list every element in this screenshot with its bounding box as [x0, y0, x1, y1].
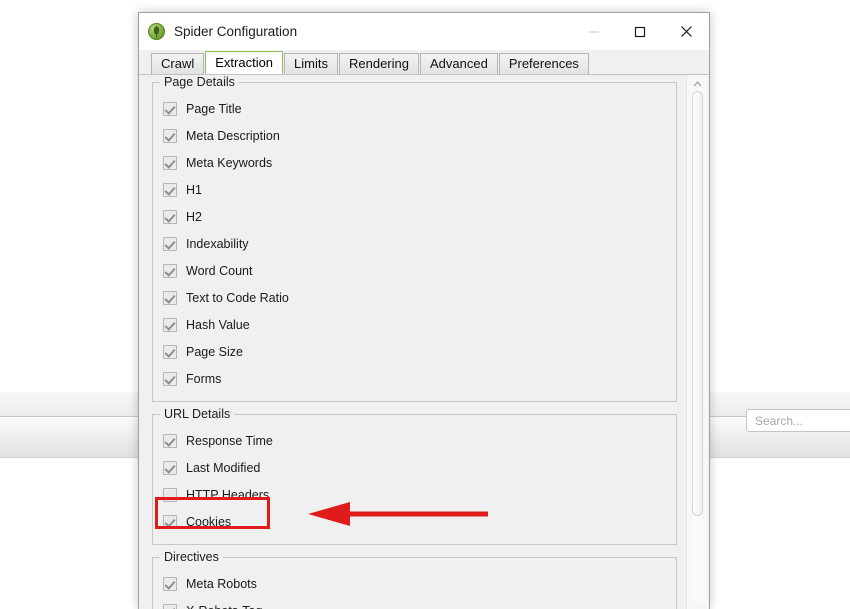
checkbox-h2[interactable] — [163, 209, 177, 224]
group-title: Page Details — [160, 75, 239, 89]
dialog-body: Page Details Page Title Meta Description Me… — [139, 74, 709, 609]
window-controls — [571, 13, 709, 50]
checkbox-word-count[interactable] — [163, 263, 177, 278]
close-icon — [680, 26, 692, 37]
checkbox-row[interactable]: Hash Value — [163, 311, 676, 338]
group-url-details: URL Details Response Time Last Modified HTT… — [152, 407, 677, 545]
checkbox-response-time[interactable] — [163, 433, 177, 448]
tab-limits[interactable]: Limits — [284, 53, 338, 74]
checkbox-label: Response Time — [186, 433, 273, 448]
checkbox-label: X-Robots-Tag — [186, 604, 262, 609]
tab-rendering[interactable]: Rendering — [339, 53, 419, 74]
checkbox-page-title[interactable] — [163, 101, 177, 116]
tab-label: Preferences — [508, 56, 579, 71]
checkbox-row[interactable]: Page Size — [163, 338, 676, 365]
scrollbar-track[interactable] — [692, 91, 703, 603]
tab-bar: Crawl Extraction Limits Rendering Advanced Pr… — [139, 50, 709, 74]
tab-label: Crawl — [161, 56, 195, 71]
checkbox-row[interactable]: Cookies — [163, 508, 676, 535]
checkbox-http-headers[interactable] — [163, 487, 177, 502]
chevron-up-icon — [693, 80, 702, 86]
checkbox-meta-keywords[interactable] — [163, 155, 177, 170]
checkbox-row[interactable]: Meta Keywords — [163, 149, 676, 176]
checkbox-label: H2 — [186, 209, 202, 224]
checkbox-label: HTTP Headers — [186, 487, 270, 502]
settings-panel: Page Details Page Title Meta Description Me… — [139, 75, 687, 609]
search-input[interactable] — [746, 409, 850, 432]
checkbox-row[interactable]: Forms — [163, 365, 676, 392]
checkbox-row[interactable]: HTTP Headers — [163, 481, 676, 508]
checkbox-cookies[interactable] — [163, 514, 177, 529]
checkbox-label: Forms — [186, 371, 222, 386]
dialog-titlebar[interactable]: Spider Configuration — [139, 13, 709, 50]
group-directives: Directives Meta Robots X-Robots-Tag — [152, 550, 677, 609]
checkbox-label: Meta Description — [186, 128, 280, 143]
scroll-up-button[interactable] — [687, 77, 708, 90]
minimize-button[interactable] — [571, 13, 617, 50]
checkbox-row[interactable]: Word Count — [163, 257, 676, 284]
checkbox-label: Hash Value — [186, 317, 250, 332]
tab-crawl[interactable]: Crawl — [151, 53, 205, 74]
checkbox-label: Indexability — [186, 236, 249, 251]
tab-extraction[interactable]: Extraction — [205, 51, 284, 74]
spider-configuration-dialog: Spider Configuration Crawl Extraction Limi — [138, 12, 710, 609]
maximize-button[interactable] — [617, 13, 663, 50]
checkbox-page-size[interactable] — [163, 344, 177, 359]
checkbox-hash-value[interactable] — [163, 317, 177, 332]
tab-label: Advanced — [430, 56, 488, 71]
checkbox-x-robots-tag[interactable] — [163, 603, 177, 609]
group-title: Directives — [160, 550, 223, 564]
checkbox-h1[interactable] — [163, 182, 177, 197]
checkbox-label: Last Modified — [186, 460, 261, 475]
dialog-title: Spider Configuration — [174, 24, 298, 39]
checkbox-row[interactable]: Response Time — [163, 427, 676, 454]
checkbox-row[interactable]: H1 — [163, 176, 676, 203]
checkbox-row[interactable]: H2 — [163, 203, 676, 230]
tab-advanced[interactable]: Advanced — [420, 53, 498, 74]
checkbox-last-modified[interactable] — [163, 460, 177, 475]
maximize-icon — [634, 26, 646, 37]
checkbox-label: Page Size — [186, 344, 243, 359]
checkbox-row[interactable]: Page Title — [163, 95, 676, 122]
close-button[interactable] — [663, 13, 709, 50]
checkbox-row[interactable]: Meta Robots — [163, 570, 676, 597]
checkbox-meta-description[interactable] — [163, 128, 177, 143]
checkbox-label: Word Count — [186, 263, 253, 278]
checkbox-label: Page Title — [186, 101, 242, 116]
vertical-scrollbar[interactable] — [686, 75, 708, 609]
checkbox-label: Meta Keywords — [186, 155, 273, 170]
tab-label: Limits — [294, 56, 328, 71]
checkbox-row[interactable]: Text to Code Ratio — [163, 284, 676, 311]
group-title: URL Details — [160, 407, 235, 421]
checkbox-row[interactable]: Indexability — [163, 230, 676, 257]
scrollbar-thumb[interactable] — [692, 91, 703, 516]
checkbox-row[interactable]: X-Robots-Tag — [163, 597, 676, 609]
minimize-icon — [589, 30, 599, 33]
checkbox-label: H1 — [186, 182, 202, 197]
checkbox-text-to-code-ratio[interactable] — [163, 290, 177, 305]
tab-label: Extraction — [215, 55, 274, 70]
tab-preferences[interactable]: Preferences — [498, 53, 589, 74]
tab-label: Rendering — [349, 56, 409, 71]
spider-icon — [148, 23, 165, 40]
checkbox-row[interactable]: Last Modified — [163, 454, 676, 481]
checkbox-forms[interactable] — [163, 371, 177, 386]
checkbox-meta-robots[interactable] — [163, 576, 177, 591]
checkbox-label: Meta Robots — [186, 576, 257, 591]
checkbox-indexability[interactable] — [163, 236, 177, 251]
group-page-details: Page Details Page Title Meta Description Me… — [152, 75, 677, 402]
checkbox-label: Cookies — [186, 514, 232, 529]
checkbox-row[interactable]: Meta Description — [163, 122, 676, 149]
checkbox-label: Text to Code Ratio — [186, 290, 289, 305]
